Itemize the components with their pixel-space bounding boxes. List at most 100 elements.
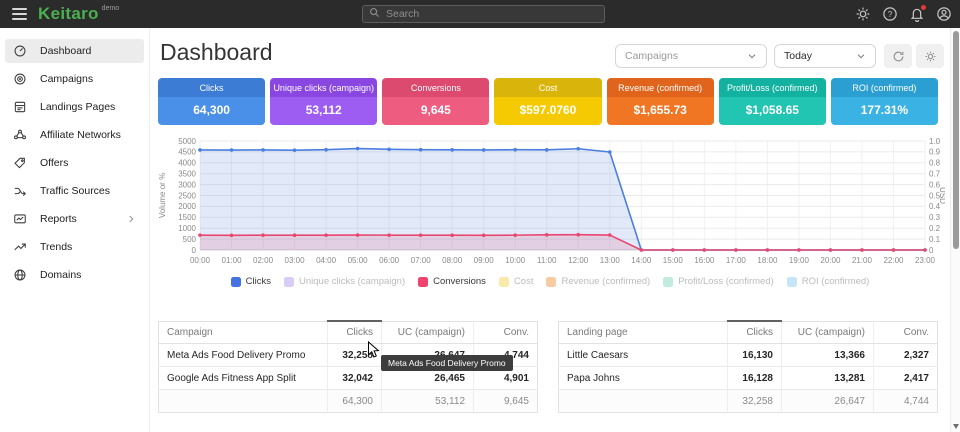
sidebar-item-label: Domains xyxy=(40,269,81,281)
sidebar-item-reports[interactable]: Reports xyxy=(5,207,144,231)
sidebar-item-trends[interactable]: Trends xyxy=(5,235,144,259)
global-search[interactable] xyxy=(362,5,605,23)
totals-row: 64,30053,1129,645 xyxy=(159,390,538,413)
svg-text:5000: 5000 xyxy=(178,137,196,146)
sidebar-item-label: Reports xyxy=(40,213,77,225)
legend-item-cost[interactable]: Cost xyxy=(499,276,534,287)
column-header-campaign[interactable]: Campaign xyxy=(159,321,328,344)
sidebar-item-campaigns[interactable]: Campaigns xyxy=(5,67,144,91)
metric-card-clicks: Clicks64,300 xyxy=(158,78,265,125)
user-avatar-icon[interactable] xyxy=(936,6,952,22)
legend-item-profit-loss-confirmed[interactable]: Profit/Loss (confirmed) xyxy=(663,276,774,287)
table-row[interactable]: Papa Johns16,12813,2812,417 xyxy=(559,367,938,390)
refresh-button[interactable] xyxy=(884,44,912,68)
legend-item-clicks[interactable]: Clicks xyxy=(231,276,271,287)
legend-item-roi-confirmed[interactable]: ROI (confirmed) xyxy=(787,276,870,287)
campaigns-filter-select[interactable]: Campaigns xyxy=(615,44,767,68)
svg-text:13:00: 13:00 xyxy=(600,256,621,265)
cell-name[interactable]: Little Caesars xyxy=(559,344,728,367)
sidebar-item-dashboard[interactable]: Dashboard xyxy=(5,39,144,63)
svg-text:09:00: 09:00 xyxy=(474,256,495,265)
svg-text:0: 0 xyxy=(192,246,197,255)
cell-value: 32,042 xyxy=(328,367,382,390)
search-input[interactable] xyxy=(386,8,598,20)
legend-item-unique-clicks-campaign[interactable]: Unique clicks (campaign) xyxy=(284,276,405,287)
sidebar-item-affiliate-networks[interactable]: Affiliate Networks xyxy=(5,123,144,147)
sidebar-item-offers[interactable]: Offers xyxy=(5,151,144,175)
column-header-conv[interactable]: Conv. xyxy=(474,321,538,344)
legend-swatch xyxy=(787,277,797,287)
dashboard-icon xyxy=(13,44,27,58)
svg-text:05:00: 05:00 xyxy=(348,256,369,265)
cell-name[interactable]: Google Ads Fitness App Split xyxy=(159,367,328,390)
legend-label: Cost xyxy=(514,276,534,287)
notification-dot xyxy=(921,5,926,10)
svg-text:19:00: 19:00 xyxy=(789,256,810,265)
svg-text:500: 500 xyxy=(183,235,197,244)
column-header-landing-page[interactable]: Landing page xyxy=(559,321,728,344)
cell-value: 2,327 xyxy=(874,344,938,367)
svg-text:03:00: 03:00 xyxy=(285,256,306,265)
help-icon[interactable]: ? xyxy=(882,6,898,22)
sidebar-item-landings-pages[interactable]: Landings Pages xyxy=(5,95,144,119)
sidebar-item-domains[interactable]: Domains xyxy=(5,263,144,287)
scrollbar-thumb[interactable] xyxy=(953,31,959,249)
svg-text:1000: 1000 xyxy=(178,224,196,233)
svg-text:0.1: 0.1 xyxy=(929,235,941,244)
total-value: 4,744 xyxy=(874,390,938,413)
vertical-scrollbar xyxy=(950,28,960,432)
legend-swatch xyxy=(284,277,294,287)
legend-swatch xyxy=(663,277,673,287)
column-header-clicks[interactable]: Clicks xyxy=(328,321,382,344)
svg-text:17:00: 17:00 xyxy=(726,256,747,265)
metric-cards-row: Clicks64,300Unique clicks (campaign)53,1… xyxy=(158,78,938,125)
metric-card-unique-clicks-campaign: Unique clicks (campaign)53,112 xyxy=(270,78,377,125)
svg-text:10:00: 10:00 xyxy=(505,256,526,265)
svg-text:0.9: 0.9 xyxy=(929,148,941,157)
cell-name[interactable]: Meta Ads Food Delivery Promo xyxy=(159,344,328,367)
metric-card-roi-confirmed: ROI (confirmed)177.31% xyxy=(831,78,938,125)
settings-icon[interactable] xyxy=(855,6,871,22)
total-value xyxy=(559,390,728,413)
svg-text:06:00: 06:00 xyxy=(379,256,400,265)
dashboard-settings-button[interactable] xyxy=(916,44,944,68)
hamburger-menu-icon[interactable] xyxy=(4,0,34,28)
metric-card-cost: Cost$597.0760 xyxy=(494,78,601,125)
cell-name[interactable]: Papa Johns xyxy=(559,367,728,390)
scrollbar-down-arrow[interactable] xyxy=(953,424,959,429)
svg-text:USD: USD xyxy=(938,187,945,204)
column-header-uc-campaign[interactable]: UC (campaign) xyxy=(382,321,474,344)
date-range-select[interactable]: Today xyxy=(774,44,876,68)
table-row[interactable]: Little Caesars16,13013,3662,327 xyxy=(559,344,938,367)
svg-text:3500: 3500 xyxy=(178,170,196,179)
sidebar-item-traffic-sources[interactable]: Traffic Sources xyxy=(5,179,144,203)
landing-page-table: Landing pageClicksUC (campaign)Conv.Litt… xyxy=(558,320,938,413)
cell-value: 2,417 xyxy=(874,367,938,390)
svg-text:12:00: 12:00 xyxy=(568,256,589,265)
trends-icon xyxy=(13,240,27,254)
metric-value: $1,655.73 xyxy=(607,97,714,125)
metric-label: Conversions xyxy=(382,78,489,97)
column-header-clicks[interactable]: Clicks xyxy=(728,321,782,344)
svg-text:07:00: 07:00 xyxy=(411,256,432,265)
legend-item-conversions[interactable]: Conversions xyxy=(418,276,486,287)
total-value: 9,645 xyxy=(474,390,538,413)
notifications-bell-icon[interactable] xyxy=(909,6,925,22)
svg-text:20:00: 20:00 xyxy=(820,256,841,265)
traffic-icon xyxy=(13,184,27,198)
campaigns-icon xyxy=(13,72,27,86)
sidebar-item-label: Landings Pages xyxy=(40,101,115,113)
column-header-uc-campaign[interactable]: UC (campaign) xyxy=(782,321,874,344)
legend-item-revenue-confirmed[interactable]: Revenue (confirmed) xyxy=(546,276,650,287)
date-range-value: Today xyxy=(784,50,812,62)
keitaro-logo[interactable]: Keitaro xyxy=(38,4,99,24)
row-tooltip: Meta Ads Food Delivery Promo xyxy=(381,355,513,371)
legend-swatch xyxy=(231,277,241,287)
svg-text:16:00: 16:00 xyxy=(694,256,715,265)
svg-text:3000: 3000 xyxy=(178,180,196,189)
affiliate-icon xyxy=(13,128,27,142)
svg-text:08:00: 08:00 xyxy=(442,256,463,265)
column-header-conv[interactable]: Conv. xyxy=(874,321,938,344)
metric-label: Cost xyxy=(494,78,601,97)
legend-label: Profit/Loss (confirmed) xyxy=(678,276,774,287)
